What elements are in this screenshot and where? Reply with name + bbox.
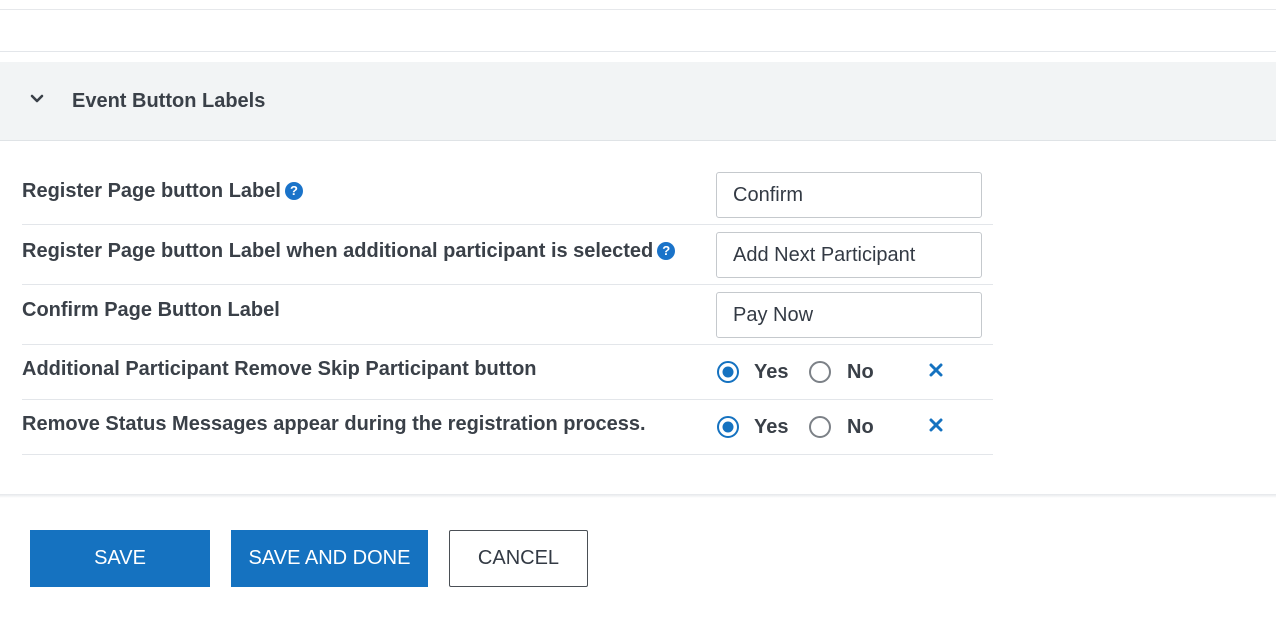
radio-yes-selected[interactable]: [716, 415, 740, 439]
radio-label-yes[interactable]: Yes: [754, 361, 788, 384]
radio-label-no[interactable]: No: [847, 361, 874, 384]
register-page-additional-label-input[interactable]: [716, 232, 982, 278]
chevron-down-icon[interactable]: [30, 92, 44, 106]
top-divider: [0, 9, 1276, 10]
field-row-register-label: Register Page button Label?: [22, 165, 993, 225]
save-button[interactable]: SAVE: [30, 530, 210, 587]
field-label-text: Register Page button Label when addition…: [22, 240, 654, 262]
settings-form: Register Page button Label? Register Pag…: [22, 165, 993, 455]
section-header-event-button-labels[interactable]: Event Button Labels: [0, 62, 1276, 141]
radio-no[interactable]: [808, 360, 832, 384]
save-and-done-button[interactable]: SAVE AND DONE: [231, 530, 428, 587]
radio-no[interactable]: [808, 415, 832, 439]
cancel-button[interactable]: CANCEL: [449, 530, 588, 587]
radio-label-yes[interactable]: Yes: [754, 416, 788, 439]
field-label: Register Page button Label when addition…: [22, 240, 676, 263]
field-row-remove-status: Remove Status Messages appear during the…: [22, 400, 993, 455]
help-icon[interactable]: ?: [657, 242, 676, 260]
footer-divider: [0, 494, 1276, 498]
radio-yes-selected[interactable]: [716, 360, 740, 384]
register-page-button-label-input[interactable]: [716, 172, 982, 218]
clear-icon[interactable]: [929, 363, 943, 377]
field-row-confirm-label: Confirm Page Button Label: [22, 285, 993, 345]
radio-label-no[interactable]: No: [847, 416, 874, 439]
section-title: Event Button Labels: [72, 90, 266, 112]
clear-icon[interactable]: [929, 418, 943, 432]
field-label: Confirm Page Button Label: [22, 299, 280, 321]
field-label: Register Page button Label?: [22, 180, 303, 203]
help-icon[interactable]: ?: [284, 182, 303, 200]
section-divider: [0, 51, 1276, 52]
field-row-register-additional-label: Register Page button Label when addition…: [22, 225, 993, 285]
confirm-page-button-label-input[interactable]: [716, 292, 982, 338]
field-label: Remove Status Messages appear during the…: [22, 413, 646, 435]
field-label-text: Register Page button Label: [22, 180, 281, 202]
field-row-remove-skip: Additional Participant Remove Skip Parti…: [22, 345, 993, 400]
field-label: Additional Participant Remove Skip Parti…: [22, 358, 537, 380]
